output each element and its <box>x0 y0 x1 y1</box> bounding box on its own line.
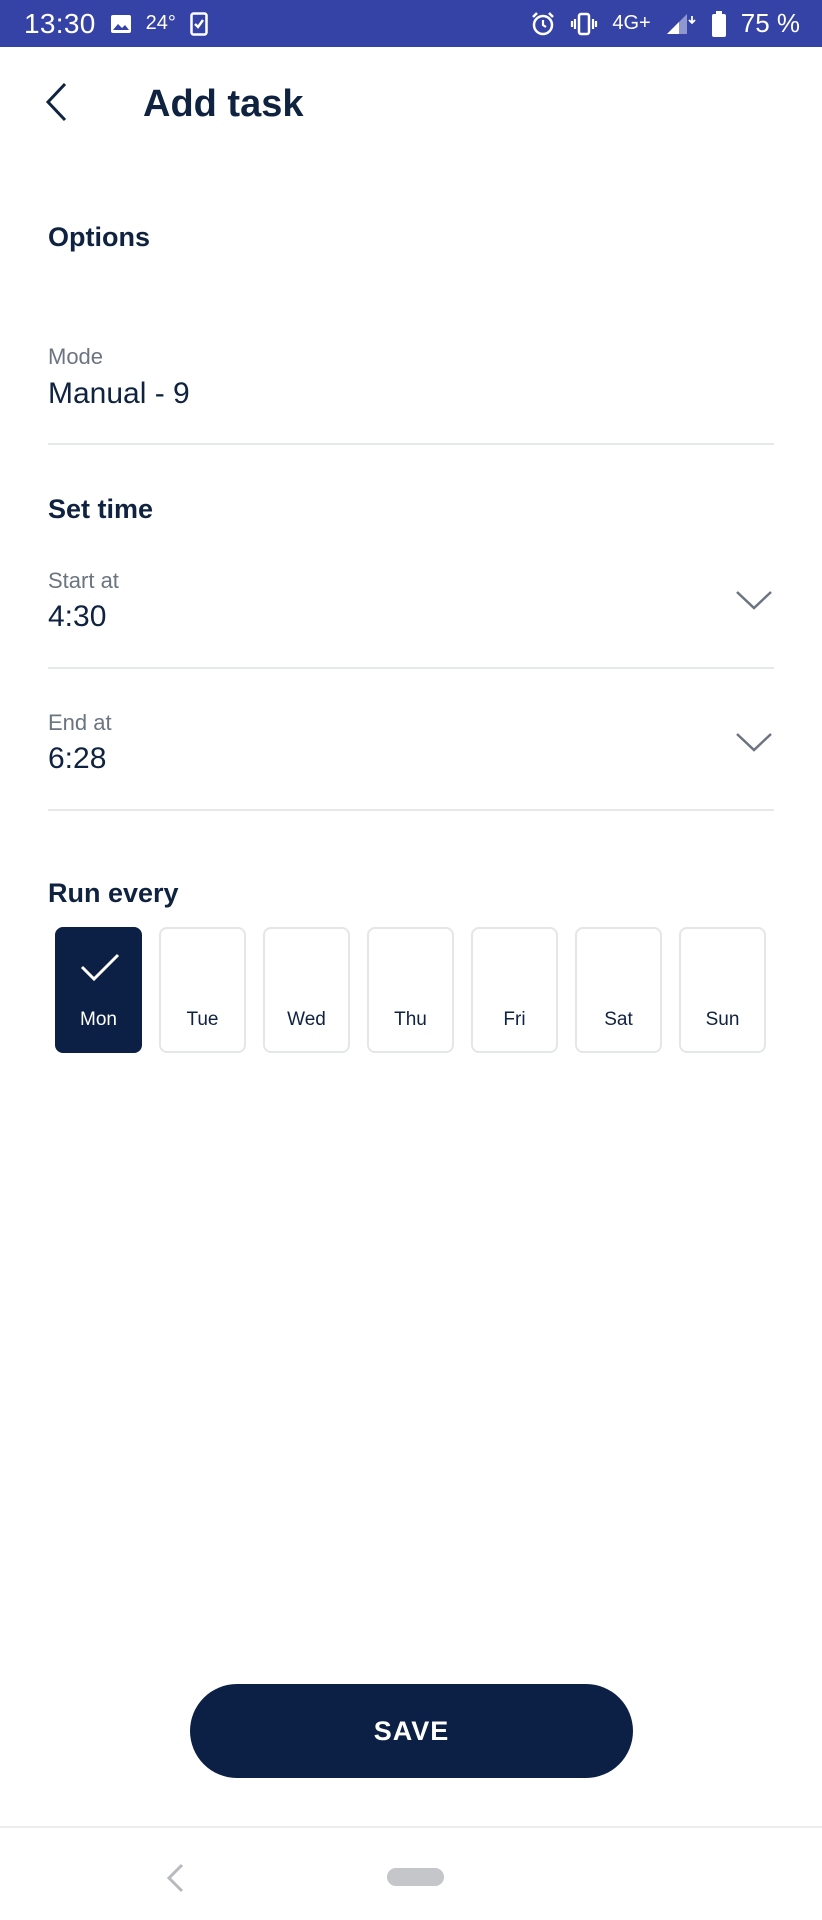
save-button[interactable]: SAVE <box>190 1684 633 1778</box>
nav-home-pill[interactable] <box>387 1868 444 1886</box>
day-label: Fri <box>503 1009 526 1030</box>
image-icon <box>110 14 132 34</box>
nav-back-icon[interactable] <box>162 1862 190 1894</box>
status-right: 4G+ 75 % <box>530 8 800 39</box>
day-toggle-sat[interactable]: Sat <box>575 927 662 1053</box>
network-type: 4G+ <box>612 12 651 34</box>
day-label: Mon <box>80 1009 117 1030</box>
day-toggle-thu[interactable]: Thu <box>367 927 454 1053</box>
chevron-left-icon <box>45 82 67 122</box>
options-heading: Options <box>48 222 150 252</box>
page-title: Add task <box>143 83 304 125</box>
start-label: Start at <box>48 568 119 593</box>
day-selector: Mon Tue Wed Thu Fri Sat Sun <box>55 927 766 1053</box>
day-label: Tue <box>186 1009 219 1030</box>
alarm-icon <box>530 11 556 37</box>
day-toggle-wed[interactable]: Wed <box>263 927 350 1053</box>
system-nav-bar <box>0 1826 822 1920</box>
check-icon <box>80 953 120 982</box>
mode-label: Mode <box>48 344 104 369</box>
day-label: Wed <box>287 1009 326 1030</box>
end-value: 6:28 <box>48 742 107 775</box>
day-toggle-sun[interactable]: Sun <box>679 927 766 1053</box>
day-toggle-mon[interactable]: Mon <box>55 927 142 1053</box>
day-label: Thu <box>394 1009 427 1030</box>
signal-icon <box>665 12 697 36</box>
add-task-screen: 13:30 24° 4G+ 75 % Add task Options Mode… <box>0 0 822 1920</box>
day-label: Sat <box>604 1009 633 1030</box>
mode-value: Manual - 9 <box>48 377 190 410</box>
checklist-icon <box>190 11 208 36</box>
set-time-heading: Set time <box>48 494 154 524</box>
battery-level: 75 % <box>740 8 800 38</box>
day-toggle-tue[interactable]: Tue <box>159 927 246 1053</box>
chevron-down-icon[interactable] <box>734 729 774 755</box>
back-button[interactable] <box>36 77 76 127</box>
end-time-field[interactable]: End at 6:28 <box>48 704 774 811</box>
vibrate-icon <box>570 12 598 36</box>
start-value: 4:30 <box>48 600 107 633</box>
chevron-down-icon[interactable] <box>734 587 774 613</box>
mode-field[interactable]: Mode Manual - 9 <box>48 338 774 445</box>
status-left: 13:30 24° <box>24 8 208 40</box>
day-toggle-fri[interactable]: Fri <box>471 927 558 1053</box>
end-label: End at <box>48 710 112 735</box>
battery-icon <box>711 10 727 37</box>
app-header: Add task <box>0 47 822 162</box>
day-label: Sun <box>705 1009 740 1030</box>
start-time-field[interactable]: Start at 4:30 <box>48 562 774 669</box>
status-time: 13:30 <box>24 7 96 39</box>
temperature: 24° <box>145 12 176 34</box>
status-bar: 13:30 24° 4G+ 75 % <box>0 0 822 47</box>
run-every-heading: Run every <box>48 878 179 908</box>
